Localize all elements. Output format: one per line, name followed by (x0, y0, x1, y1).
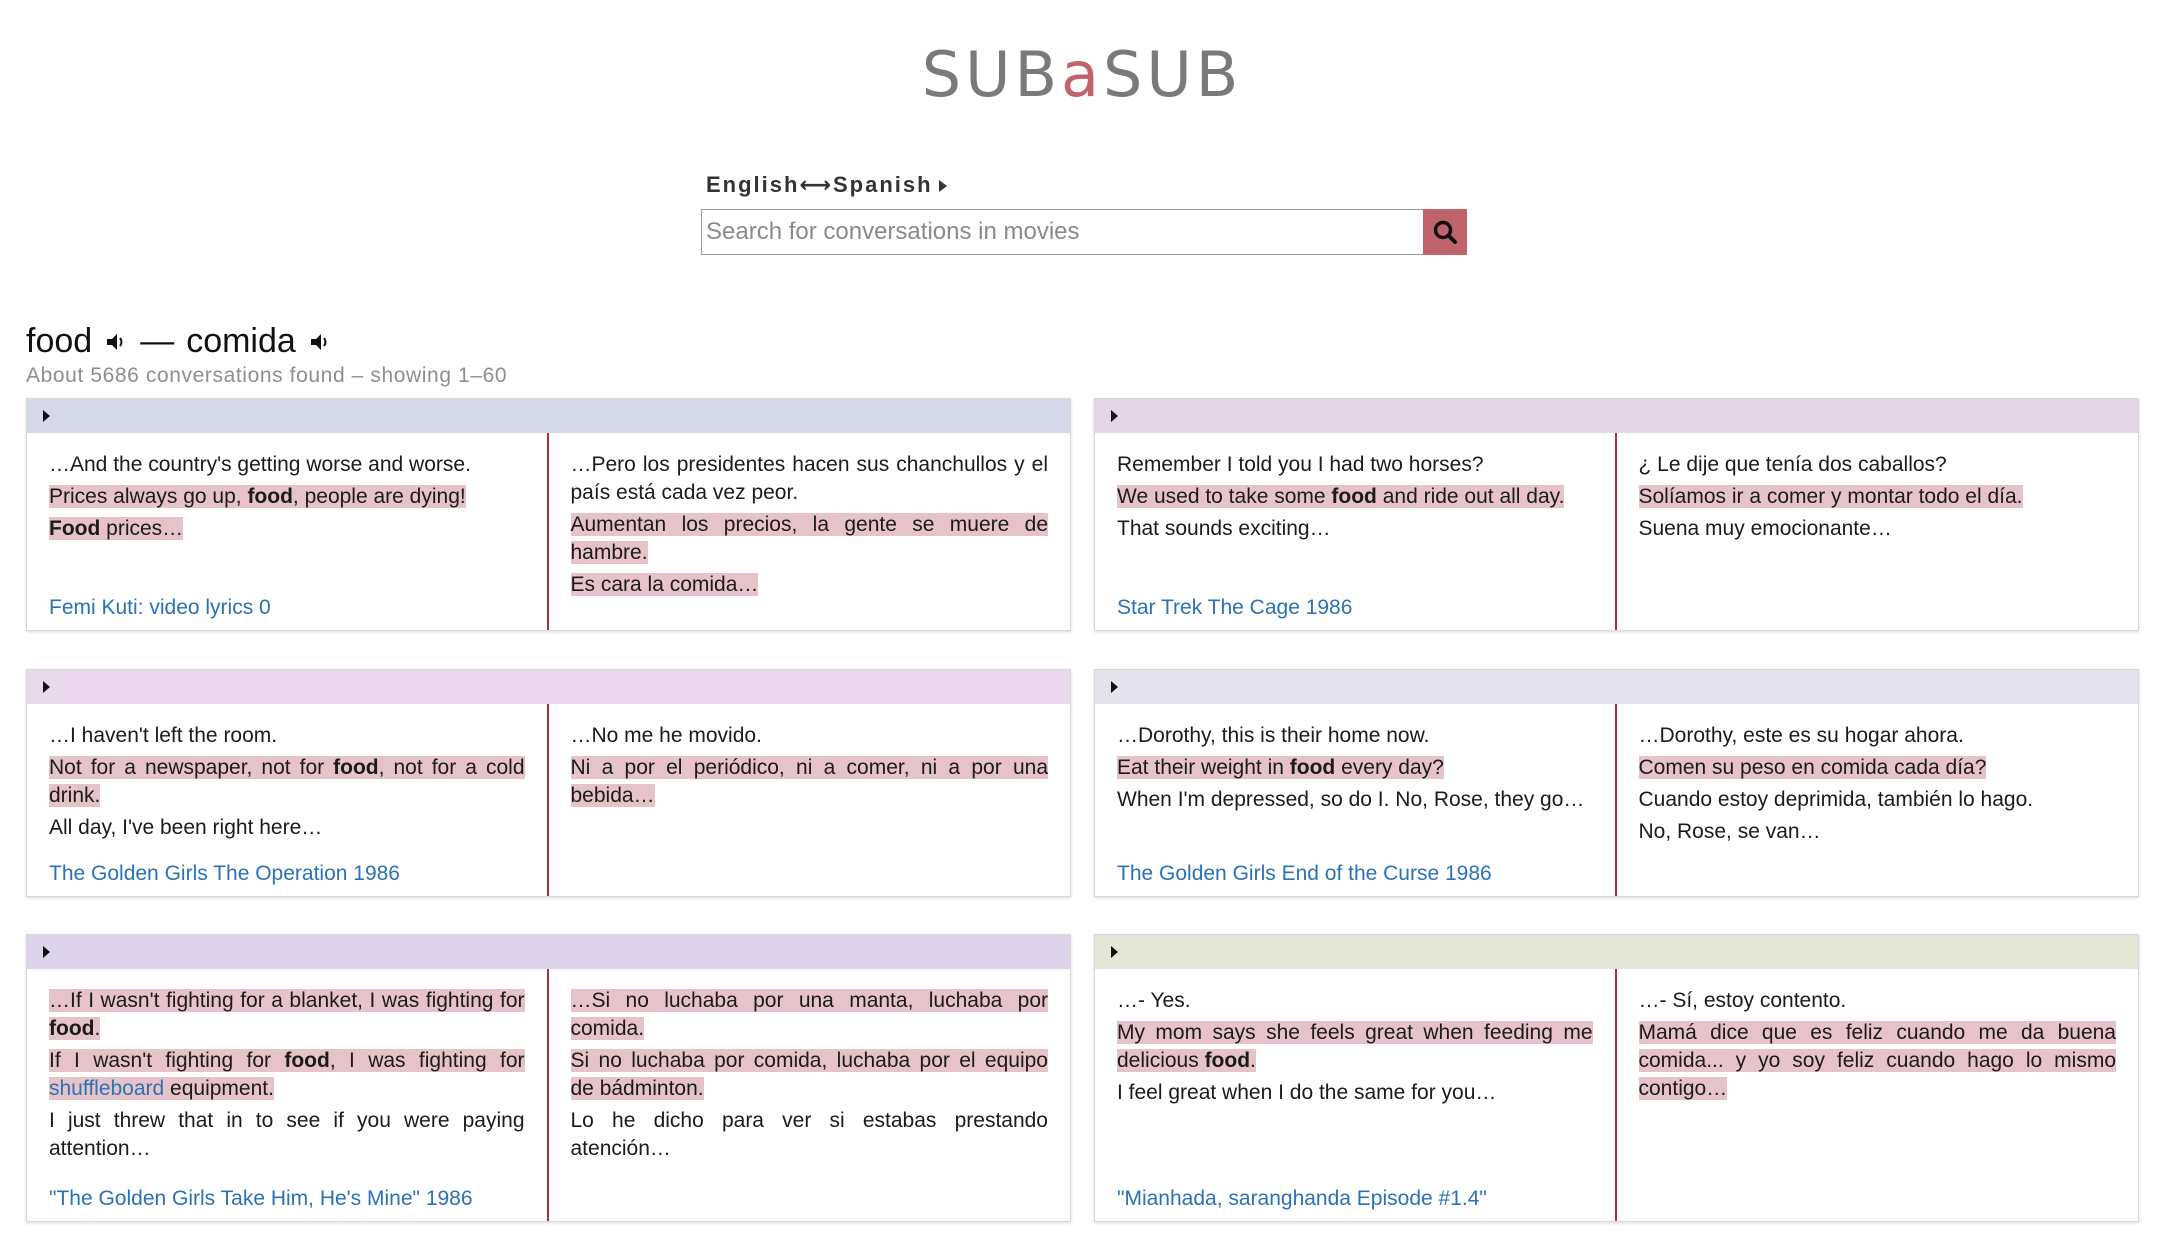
subtitle-line: Cuando estoy deprimida, también lo hago. (1638, 788, 2034, 811)
subtitle-line: …If I wasn't fighting for a blanket, I w… (49, 989, 525, 1040)
conversation-card: …And the country's getting worse and wor… (26, 398, 1071, 631)
spanish-column: …Pero los presidentes hacen sus chanchul… (549, 433, 1071, 630)
subtitle-line: Aumentan los precios, la gente se muere … (570, 513, 1048, 564)
speaker-icon[interactable] (104, 330, 128, 354)
english-column: Remember I told you I had two horses? We… (1095, 433, 1617, 630)
subtitle-line: Prices always go up, food, people are dy… (49, 485, 466, 508)
subtitle-line: Remember I told you I had two horses? (1117, 453, 1484, 476)
spanish-column: …Dorothy, este es su hogar ahora. Comen … (1617, 704, 2139, 896)
query-translation: comida (186, 322, 296, 360)
subtitle-line: …And the country's getting worse and wor… (49, 453, 471, 476)
source-link[interactable]: The Golden Girls The Operation 1986 (49, 860, 400, 888)
expand-icon (1111, 410, 1118, 422)
query-separator: — (140, 322, 175, 360)
card-header[interactable] (1095, 670, 2138, 704)
card-header[interactable] (1095, 935, 2138, 969)
expand-icon (1111, 681, 1118, 693)
subtitle-line: Food prices… (49, 517, 184, 540)
conversation-card: …I haven't left the room. Not for a news… (26, 669, 1071, 897)
search-icon (1433, 220, 1457, 244)
subtitle-line: If I wasn't fighting for food, I was fig… (49, 1049, 525, 1100)
expand-icon (43, 681, 50, 693)
english-column: …I haven't left the room. Not for a news… (27, 704, 549, 896)
caret-right-icon (938, 180, 947, 193)
subtitle-line: ¿ Le dije que tenía dos caballos? (1638, 453, 1947, 476)
source-link[interactable]: "Mianhada, saranghanda Episode #1.4" (1117, 1185, 1487, 1213)
expand-icon (1111, 946, 1118, 958)
subtitle-line: All day, I've been right here… (49, 816, 323, 839)
english-column: …And the country's getting worse and wor… (27, 433, 549, 630)
spanish-column: …No me he movido. Ni a por el periódico,… (549, 704, 1071, 896)
card-header[interactable] (27, 670, 1070, 704)
results-summary: About 5686 conversations found – showing… (26, 364, 508, 387)
speaker-icon[interactable] (308, 330, 332, 354)
english-column: …Dorothy, this is their home now. Eat th… (1095, 704, 1617, 896)
query-heading: food — comida (26, 322, 332, 361)
subtitle-line: Si no luchaba por comida, luchaba por el… (570, 1049, 1048, 1100)
logo-right: SUB (1103, 38, 1243, 111)
card-header[interactable] (27, 399, 1070, 433)
expand-icon (43, 410, 50, 422)
spanish-column: …- Sí, estoy contento. Mamá dice que es … (1617, 969, 2139, 1221)
subtitle-line: …Pero los presidentes hacen sus chanchul… (570, 453, 1049, 504)
subtitle-line: …No me he movido. (570, 724, 762, 747)
subtitle-line: Es cara la comida… (570, 573, 759, 596)
subtitle-line: My mom says she feels great when feeding… (1117, 1021, 1593, 1072)
subtitle-line: Ni a por el periódico, ni a comer, ni a … (570, 756, 1048, 807)
logo[interactable]: SUBaSUB (0, 38, 2164, 111)
search-button[interactable] (1423, 209, 1467, 255)
card-header[interactable] (1095, 399, 2138, 433)
subtitle-line: Eat their weight in food every day? (1117, 756, 1444, 779)
logo-left: SUB (921, 38, 1061, 111)
shuffleboard-link[interactable]: shuffleboard (49, 1077, 164, 1100)
source-link[interactable]: Star Trek The Cage 1986 (1117, 594, 1352, 622)
english-column: …- Yes. My mom says she feels great when… (1095, 969, 1617, 1221)
subtitle-line: When I'm depressed, so do I. No, Rose, t… (1117, 788, 1585, 811)
search-bar (701, 209, 1467, 255)
subtitle-line: …- Yes. (1117, 989, 1191, 1012)
language-selector-label: English⟷Spanish (706, 172, 933, 197)
conversation-card: …- Yes. My mom says she feels great when… (1094, 934, 2139, 1222)
subtitle-line: Not for a newspaper, not for food, not f… (49, 756, 525, 807)
subtitle-line: Comen su peso en comida cada día? (1638, 756, 1987, 779)
source-link[interactable]: "The Golden Girls Take Him, He's Mine" 1… (49, 1185, 473, 1213)
conversation-card: …If I wasn't fighting for a blanket, I w… (26, 934, 1071, 1222)
subtitle-line: …Si no luchaba por una manta, luchaba po… (570, 989, 1048, 1040)
subtitle-line: Mamá dice que es feliz cuando me da buen… (1638, 1021, 2116, 1100)
card-header[interactable] (27, 935, 1070, 969)
language-selector[interactable]: English⟷Spanish (706, 172, 947, 198)
subtitle-line: …I haven't left the room. (49, 724, 278, 747)
subtitle-line: Suena muy emocionante… (1638, 517, 1892, 540)
subtitle-line: I just threw that in to see if you were … (49, 1109, 525, 1160)
subtitle-line: Lo he dicho para ver si estabas prestand… (570, 1109, 1049, 1160)
search-input[interactable] (702, 210, 1423, 254)
english-column: …If I wasn't fighting for a blanket, I w… (27, 969, 549, 1221)
subtitle-line: …Dorothy, this is their home now. (1117, 724, 1430, 747)
subtitle-line: …Dorothy, este es su hogar ahora. (1638, 724, 1964, 747)
subtitle-line: We used to take some food and ride out a… (1117, 485, 1565, 508)
expand-icon (43, 946, 50, 958)
subtitle-line: I feel great when I do the same for you… (1117, 1081, 1497, 1104)
subtitle-line: That sounds exciting… (1117, 517, 1331, 540)
subtitle-line: Solíamos ir a comer y montar todo el día… (1638, 485, 2023, 508)
conversation-card: Remember I told you I had two horses? We… (1094, 398, 2139, 631)
source-link[interactable]: The Golden Girls End of the Curse 1986 (1117, 860, 1492, 888)
logo-mid: a (1061, 38, 1103, 111)
source-link[interactable]: Femi Kuti: video lyrics 0 (49, 594, 271, 622)
query-term: food (26, 322, 93, 360)
spanish-column: …Si no luchaba por una manta, luchaba po… (549, 969, 1071, 1221)
subtitle-line: …- Sí, estoy contento. (1638, 989, 1847, 1012)
subtitle-line: No, Rose, se van… (1638, 820, 1821, 843)
spanish-column: ¿ Le dije que tenía dos caballos? Solíam… (1617, 433, 2139, 630)
conversation-card: …Dorothy, this is their home now. Eat th… (1094, 669, 2139, 897)
